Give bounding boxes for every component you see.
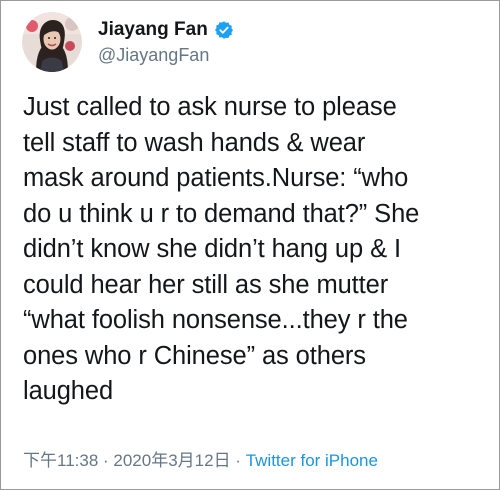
tweet-date[interactable]: 2020年3月12日 <box>113 451 230 470</box>
tweet-meta: 下午11:38 · 2020年3月12日 · Twitter for iPhon… <box>23 450 378 472</box>
user-names: Jiayang Fan @JiayangFan <box>98 18 234 67</box>
user-handle[interactable]: @JiayangFan <box>98 43 234 67</box>
display-name[interactable]: Jiayang Fan <box>98 18 208 42</box>
meta-separator: · <box>230 451 246 470</box>
tweet-card: Jiayang Fan @JiayangFan Just called to a… <box>0 0 500 490</box>
avatar-image <box>22 12 82 72</box>
tweet-text: Just called to ask nurse to please tell … <box>23 93 420 405</box>
avatar[interactable] <box>22 12 82 72</box>
meta-separator: · <box>98 451 114 470</box>
verified-badge-icon <box>214 20 234 40</box>
name-row: Jiayang Fan <box>98 18 234 42</box>
tweet-source-link[interactable]: Twitter for iPhone <box>246 451 378 470</box>
tweet-header: Jiayang Fan @JiayangFan <box>22 12 234 72</box>
tweet-time[interactable]: 下午11:38 <box>23 451 98 470</box>
